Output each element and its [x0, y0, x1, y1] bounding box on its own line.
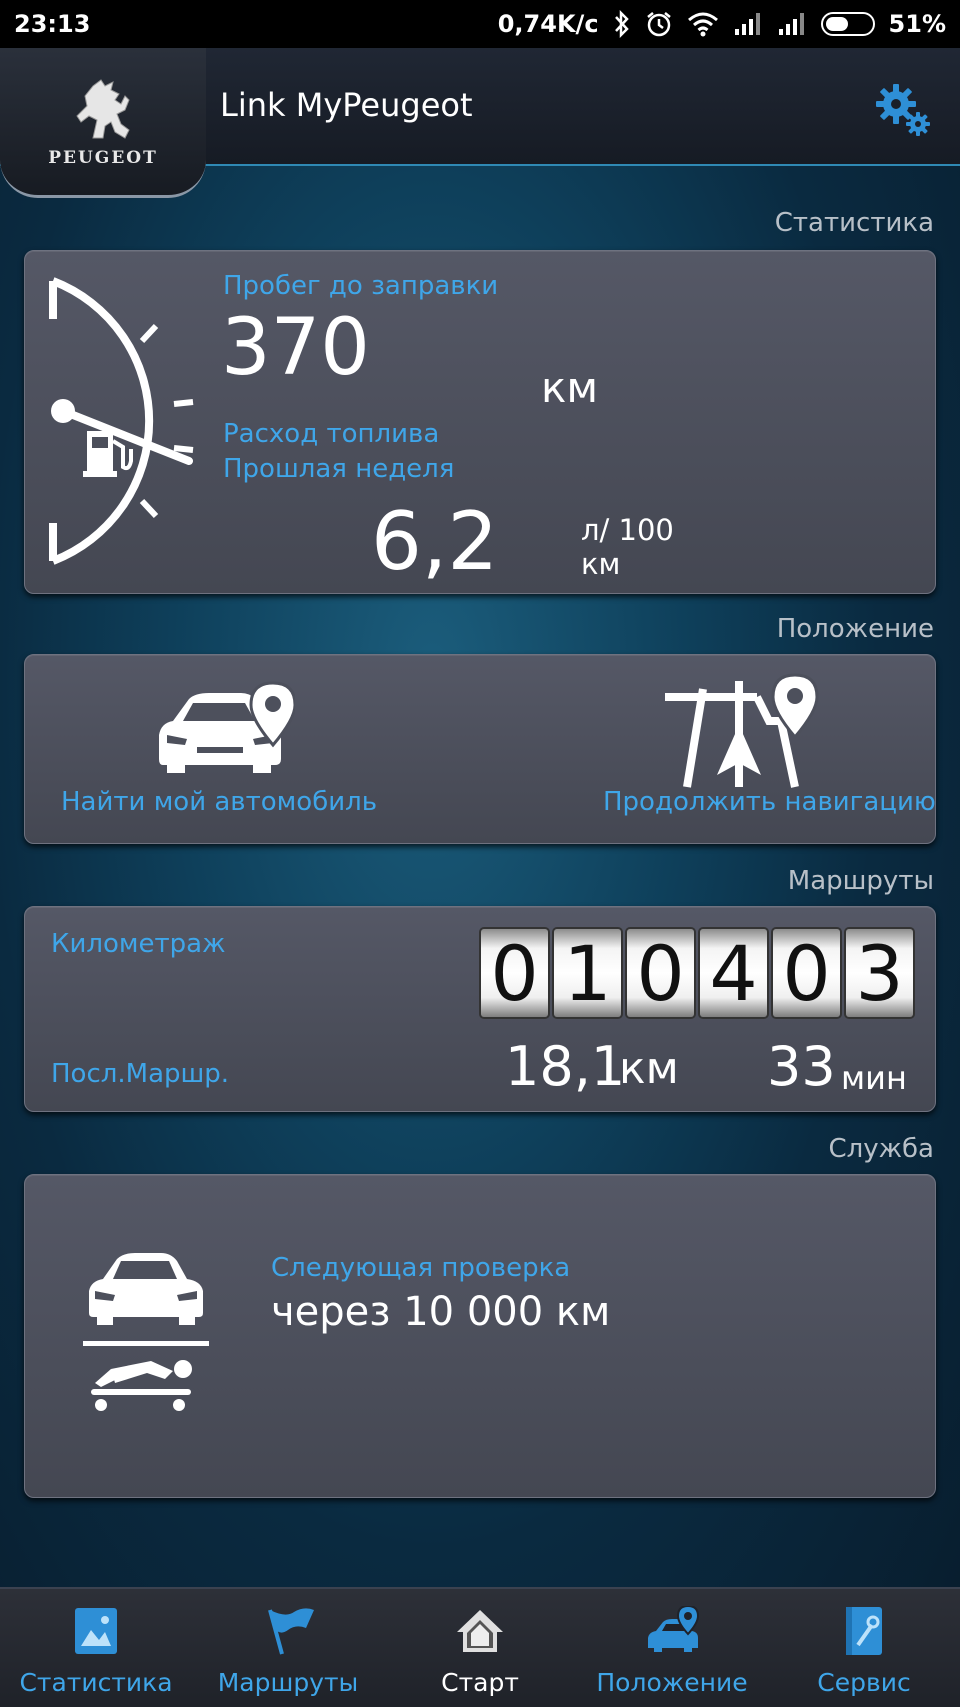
battery-percent: 51% [888, 10, 946, 38]
statistics-icon [75, 1608, 117, 1654]
consumption-unit-line2: км [581, 547, 621, 581]
section-label-statistics: Статистика [774, 208, 934, 238]
continue-navigation-label: Продолжить навигацию [603, 787, 936, 817]
next-check-label: Следующая проверка [271, 1253, 571, 1283]
last-route-label: Посл.Маршр. [51, 1059, 230, 1089]
find-car-label: Найти мой автомобиль [61, 787, 378, 817]
nav-label-start: Старт [441, 1668, 519, 1697]
odometer-digit: 3 [846, 929, 913, 1018]
odometer-digit: 4 [700, 929, 767, 1018]
nav-label-position: Положение [596, 1668, 748, 1697]
odometer-digit: 0 [481, 929, 548, 1018]
consumption-label: Расход топлива [223, 419, 440, 449]
fuel-gauge-icon [49, 277, 194, 565]
nav-item-routes[interactable]: Маршруты [192, 1589, 384, 1707]
routes-card[interactable]: Километраж 0 1 0 4 0 3 Посл.Маршр. 18,1 … [24, 906, 936, 1112]
odometer-label: Километраж [51, 929, 226, 959]
status-bar: 23:13 0,74K/c 51% [0, 0, 960, 48]
signal-icon-1 [733, 11, 763, 37]
consumption-unit-line1: л/ 100 [581, 513, 674, 547]
bluetooth-icon [613, 10, 631, 38]
logo-text: PEUGEOT [48, 147, 158, 168]
find-car-button[interactable]: Найти мой автомобиль [25, 655, 481, 845]
nav-item-start[interactable]: Старт [384, 1589, 576, 1707]
last-route-distance: 18,1 [505, 1035, 626, 1098]
alarm-icon [645, 10, 673, 38]
nav-item-position[interactable]: Положение [576, 1589, 768, 1707]
position-card: Найти мой автомобиль Продолжить навигаци… [24, 654, 936, 844]
section-label-position: Положение [776, 614, 934, 644]
lion-icon [76, 78, 130, 139]
last-route-duration-unit: мин [841, 1059, 907, 1097]
odometer: 0 1 0 4 0 3 [481, 929, 913, 1018]
app-title: Link MyPeugeot [220, 86, 473, 124]
car-service-icon [83, 1253, 209, 1411]
odometer-digit: 0 [627, 929, 694, 1018]
section-label-routes: Маршруты [787, 866, 934, 896]
network-speed: 0,74K/c [497, 10, 599, 38]
continue-navigation-button[interactable]: Продолжить навигацию [481, 655, 937, 845]
nav-item-statistics[interactable]: Статистика [0, 1589, 192, 1707]
flag-icon [268, 1608, 314, 1655]
last-route-distance-unit: км [619, 1043, 679, 1094]
service-card[interactable]: Следующая проверка через 10 000 км [24, 1174, 936, 1498]
odometer-digit: 0 [773, 929, 840, 1018]
consumption-value: 6,2 [371, 495, 499, 588]
service-book-icon [846, 1607, 882, 1655]
range-value: 370 [221, 303, 370, 393]
car-location-icon [648, 1606, 700, 1652]
section-label-service: Служба [828, 1134, 934, 1164]
odometer-digit: 1 [554, 929, 621, 1018]
battery-icon [820, 12, 875, 36]
home-icon [457, 1610, 503, 1652]
gear-icon [876, 84, 930, 136]
bottom-navigation: Статистика Маршруты Старт Положение Серв… [0, 1587, 960, 1707]
signal-icon-2 [777, 11, 807, 37]
last-route-duration: 33 [767, 1035, 836, 1098]
consumption-period: Прошлая неделя [223, 454, 455, 484]
navigation-icon [665, 673, 819, 788]
nav-label-service: Сервис [817, 1668, 911, 1697]
range-label: Пробег до заправки [223, 271, 499, 301]
peugeot-logo[interactable]: PEUGEOT [0, 48, 206, 198]
car-location-icon [159, 681, 295, 773]
status-time: 23:13 [14, 10, 91, 38]
nav-label-routes: Маршруты [217, 1668, 359, 1697]
statistics-card[interactable]: Пробег до заправки 370 км Расход топлива… [24, 250, 936, 594]
next-check-value: через 10 000 км [271, 1289, 611, 1335]
settings-button[interactable] [872, 80, 936, 140]
wifi-icon [687, 11, 719, 37]
nav-label-statistics: Статистика [19, 1668, 173, 1697]
range-unit: км [541, 363, 599, 412]
nav-item-service[interactable]: Сервис [768, 1589, 960, 1707]
